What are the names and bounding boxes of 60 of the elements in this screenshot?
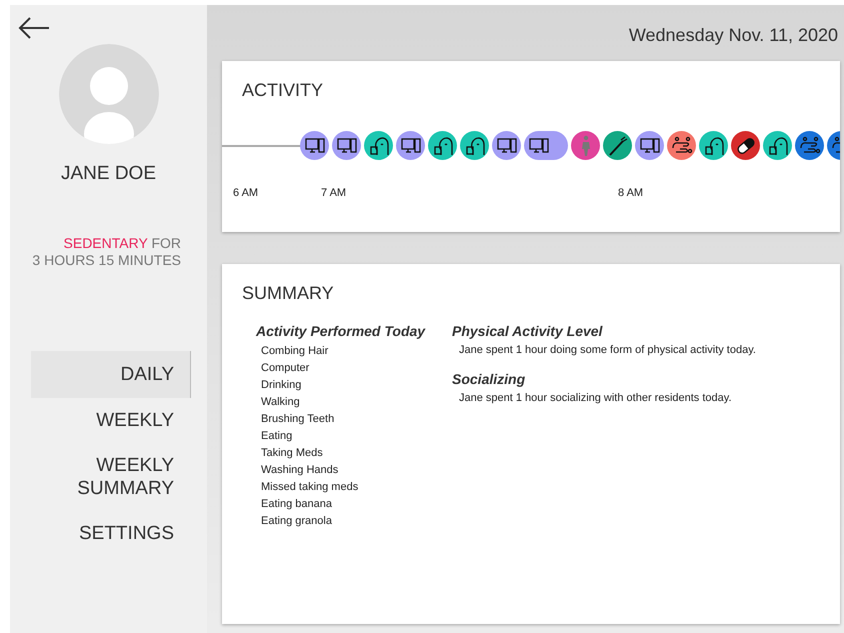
- computer-icon: [496, 136, 516, 154]
- drinking-head-icon: [704, 136, 724, 156]
- activity-event[interactable]: [300, 131, 329, 160]
- computer-icon: [336, 136, 356, 154]
- section-text: Jane spent 1 hour socializing with other residents today.: [458, 391, 733, 406]
- activity-event[interactable]: [795, 131, 824, 160]
- section-heading: Physical Activity Level: [452, 322, 604, 341]
- activity-event[interactable]: [667, 131, 696, 160]
- profile-name: JANE DOE: [60, 162, 156, 186]
- activity-list-item: Eating banana: [261, 497, 333, 512]
- drinking-head-icon: [368, 136, 388, 156]
- sedentary-duration: 3 HOURS 15 MINUTES: [32, 252, 181, 268]
- summary-title: SUMMARY: [242, 282, 335, 305]
- avatar-icon: [58, 44, 158, 144]
- nav-item[interactable]: SETTINGS: [31, 510, 191, 556]
- activity-event[interactable]: [524, 131, 568, 160]
- computer-icon: [400, 136, 420, 154]
- activity-list-item: Missed taking meds: [261, 480, 360, 495]
- activity-event[interactable]: [492, 131, 521, 160]
- activity-list-item: Brushing Teeth: [261, 412, 336, 427]
- drinking-head-icon: [464, 136, 484, 156]
- section-heading: Socializing: [452, 370, 526, 389]
- activity-event[interactable]: [460, 131, 489, 160]
- activity-event[interactable]: [364, 131, 393, 160]
- date-label: Wednesday Nov. 11, 2020: [628, 24, 839, 47]
- activity-event[interactable]: [699, 131, 728, 160]
- washing-hands-icon: [670, 136, 692, 156]
- drinking-head-icon: [432, 136, 452, 156]
- activity-title: ACTIVITY: [242, 79, 324, 102]
- section-text: Jane spent 1 hour doing some form of physical activity today.: [458, 343, 757, 358]
- activity-list-item: Washing Hands: [261, 463, 340, 478]
- activity-list-item: Walking: [261, 395, 301, 410]
- activity-event[interactable]: [635, 131, 664, 160]
- activity-list-item: Combing Hair: [261, 344, 330, 359]
- activity-event[interactable]: [603, 131, 632, 160]
- activity-event[interactable]: [332, 131, 361, 160]
- computer-icon: [529, 136, 549, 154]
- activity-list-item: Drinking: [261, 378, 302, 393]
- computer-icon: [640, 136, 660, 154]
- activity-event[interactable]: [396, 131, 425, 160]
- activity-event[interactable]: [763, 131, 792, 160]
- nav-item[interactable]: WEEKLY SUMMARY: [31, 442, 191, 510]
- activity-list-item: Computer: [261, 361, 310, 376]
- computer-icon: [304, 136, 324, 154]
- back-arrow-icon[interactable]: [18, 17, 50, 39]
- activity-event[interactable]: [731, 131, 760, 160]
- sedentary-status: SEDENTARY FOR: [62, 234, 181, 252]
- washing-hands-icon: [798, 136, 820, 156]
- activity-list-item: Eating: [261, 429, 294, 444]
- activity-event[interactable]: [428, 131, 457, 160]
- time-label: 6 AM: [233, 186, 258, 201]
- list-heading: Activity Performed Today: [256, 322, 426, 341]
- drinking-head-icon: [768, 136, 788, 156]
- time-label: 8 AM: [618, 186, 644, 201]
- nav-item[interactable]: WEEKLY: [31, 398, 191, 442]
- time-label: 7 AM: [321, 186, 346, 201]
- activity-list-item: Eating granola: [261, 514, 333, 529]
- toothbrush-icon: [608, 136, 628, 156]
- nav-item[interactable]: DAILY: [31, 350, 191, 398]
- activity-list-item: Taking Meds: [261, 446, 324, 461]
